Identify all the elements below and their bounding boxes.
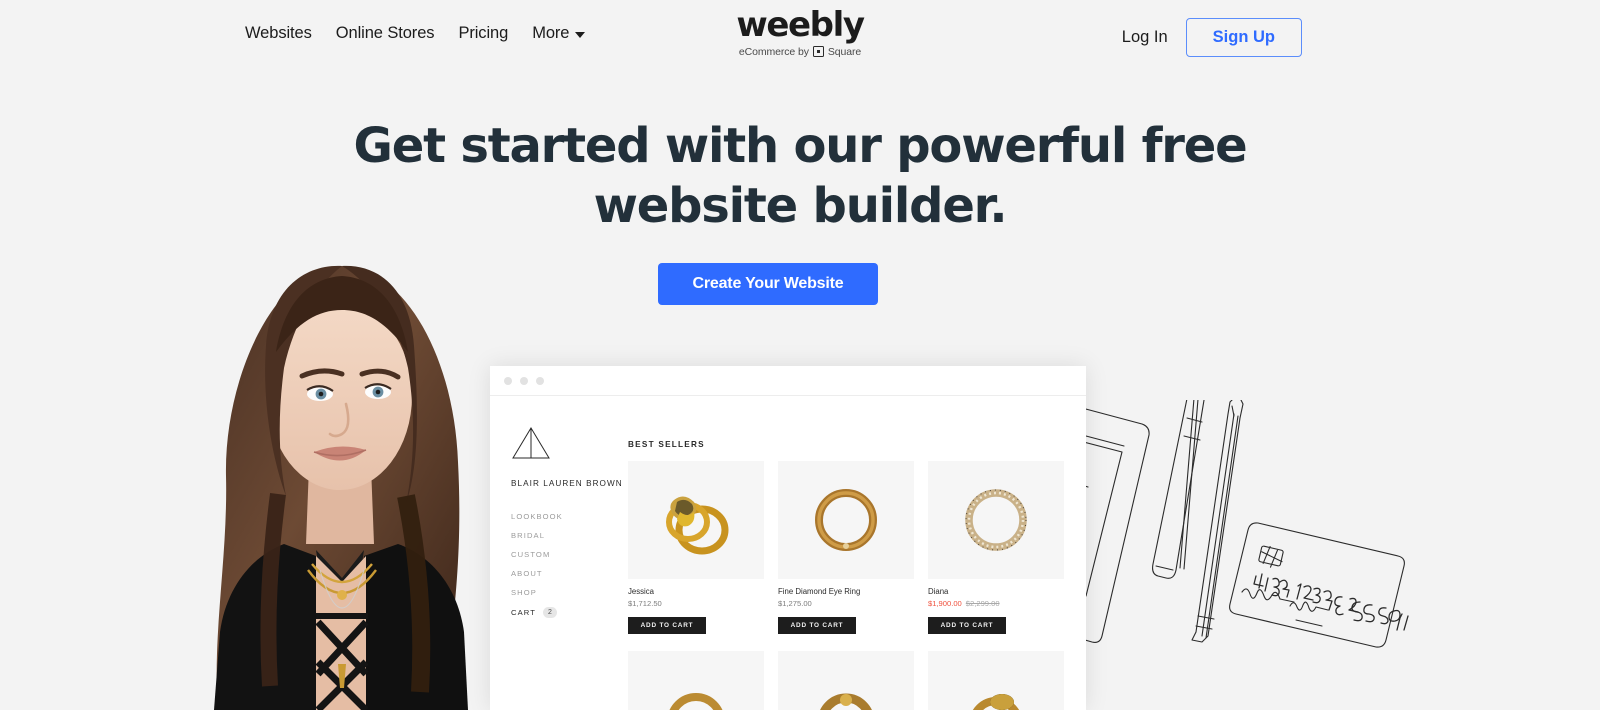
product-grid-row-2 bbox=[628, 651, 1086, 710]
store-triangle-logo-icon bbox=[512, 427, 550, 459]
pencil-outline bbox=[1191, 393, 1244, 643]
store-nav-lookbook[interactable]: LOOKBOOK bbox=[511, 512, 628, 521]
signup-button[interactable]: Sign Up bbox=[1185, 18, 1302, 57]
product-card[interactable]: Diana $1,900.00 $2,299.00 ADD TO CART bbox=[928, 461, 1064, 634]
nav-item-more[interactable]: More bbox=[532, 24, 586, 43]
product-name: Fine Diamond Eye Ring bbox=[778, 587, 861, 596]
ring-image bbox=[820, 693, 872, 710]
ring-image bbox=[972, 694, 1020, 710]
desk-items-illustration bbox=[1035, 383, 1420, 710]
product-card[interactable] bbox=[928, 651, 1064, 710]
product-price: $1,900.00 $2,299.00 bbox=[928, 599, 1064, 608]
nav-item-pricing[interactable]: Pricing bbox=[458, 24, 508, 43]
product-card[interactable] bbox=[778, 651, 914, 710]
product-sale-price: $1,900.00 bbox=[928, 599, 962, 608]
hero-portrait-photo bbox=[166, 226, 504, 710]
hero-headline-line2: website builder. bbox=[593, 178, 1008, 234]
store-browser-mockup: BLAIR LAUREN BROWN LOOKBOOK BRIDAL CUSTO… bbox=[490, 366, 1086, 710]
product-grid-row-1: Jessica $1,712.50 ADD TO CART Fine Diamo… bbox=[628, 461, 1086, 634]
login-link[interactable]: Log In bbox=[1122, 28, 1168, 47]
add-to-cart-button[interactable]: ADD TO CART bbox=[628, 617, 706, 634]
square-logo-icon bbox=[812, 46, 824, 58]
window-minimize-dot-icon[interactable] bbox=[520, 376, 528, 385]
ring-image bbox=[669, 693, 723, 710]
store-brand-name: BLAIR LAUREN BROWN bbox=[511, 479, 623, 488]
store-sidebar: BLAIR LAUREN BROWN LOOKBOOK BRIDAL CUSTO… bbox=[490, 396, 628, 710]
window-close-dot-icon[interactable] bbox=[504, 376, 512, 385]
store-main-content: BEST SELLERS Jessica $1,712.50 ADD TO CA… bbox=[628, 396, 1086, 710]
hero-headline: Get started with our powerful free websi… bbox=[0, 122, 1600, 230]
card-number-glyphs bbox=[1253, 573, 1409, 631]
nav-item-more-label: More bbox=[532, 24, 570, 42]
primary-navigation: Websites Online Stores Pricing More bbox=[245, 24, 586, 43]
product-price-value: $1,275.00 bbox=[778, 599, 812, 608]
product-image bbox=[628, 651, 764, 710]
chevron-down-icon bbox=[575, 31, 586, 38]
store-nav-cart[interactable]: CART 2 bbox=[511, 607, 628, 618]
ring-fine-diamond-eye-image bbox=[815, 489, 877, 551]
add-to-cart-button[interactable]: ADD TO CART bbox=[928, 617, 1006, 634]
logo-wordmark: weebly bbox=[736, 5, 865, 45]
product-image bbox=[628, 461, 764, 579]
logo-tagline-after: Square bbox=[827, 45, 862, 58]
product-image bbox=[778, 461, 914, 579]
card-chip-icon bbox=[1258, 545, 1284, 568]
product-image bbox=[778, 651, 914, 710]
store-nav-shop[interactable]: SHOP bbox=[511, 588, 628, 597]
logo-tagline-before: eCommerce by bbox=[738, 45, 809, 58]
card-signature-squiggle bbox=[1241, 588, 1329, 627]
product-name: Diana bbox=[928, 587, 949, 596]
ring-diana-image bbox=[965, 489, 1027, 551]
store-navigation: LOOKBOOK BRIDAL CUSTOM ABOUT SHOP CART 2 bbox=[511, 512, 628, 618]
store-nav-custom[interactable]: CUSTOM bbox=[511, 550, 628, 559]
cart-count-badge: 2 bbox=[542, 607, 557, 618]
product-card[interactable]: Fine Diamond Eye Ring $1,275.00 ADD TO C… bbox=[778, 461, 914, 634]
product-name: Jessica bbox=[628, 587, 654, 596]
browser-title-bar bbox=[490, 366, 1086, 396]
product-price: $1,712.50 bbox=[628, 599, 764, 608]
account-actions: Log In Sign Up bbox=[1122, 18, 1302, 57]
nav-item-websites[interactable]: Websites bbox=[245, 24, 312, 43]
store-nav-cart-label: CART bbox=[511, 608, 536, 617]
product-card[interactable] bbox=[628, 651, 764, 710]
hero-headline-line1: Get started with our powerful free bbox=[353, 118, 1248, 174]
notebook-outline bbox=[1035, 407, 1150, 643]
store-nav-bridal[interactable]: BRIDAL bbox=[511, 531, 628, 540]
nav-item-online-stores[interactable]: Online Stores bbox=[336, 24, 435, 43]
product-original-price: $2,299.00 bbox=[965, 599, 1000, 608]
credit-card-outline bbox=[1229, 522, 1409, 648]
ring-jessica-image bbox=[666, 496, 729, 555]
weebly-logo[interactable]: weebly eCommerce by Square bbox=[670, 5, 930, 58]
product-image bbox=[928, 651, 1064, 710]
product-price-value: $1,712.50 bbox=[628, 599, 662, 608]
product-price: $1,275.00 bbox=[778, 599, 914, 608]
product-card[interactable]: Jessica $1,712.50 ADD TO CART bbox=[628, 461, 764, 634]
pen-outline bbox=[1152, 383, 1207, 579]
create-your-website-button[interactable]: Create Your Website bbox=[658, 263, 878, 305]
best-sellers-heading: BEST SELLERS bbox=[628, 440, 705, 449]
add-to-cart-button[interactable]: ADD TO CART bbox=[778, 617, 856, 634]
product-image bbox=[928, 461, 1064, 579]
site-header: Websites Online Stores Pricing More weeb… bbox=[0, 0, 1600, 72]
weebly-landing-page: Websites Online Stores Pricing More weeb… bbox=[0, 0, 1600, 710]
store-nav-about[interactable]: ABOUT bbox=[511, 569, 628, 578]
store-page: BLAIR LAUREN BROWN LOOKBOOK BRIDAL CUSTO… bbox=[490, 396, 1086, 710]
window-maximize-dot-icon[interactable] bbox=[536, 376, 544, 385]
logo-tagline: eCommerce by Square bbox=[670, 46, 930, 58]
